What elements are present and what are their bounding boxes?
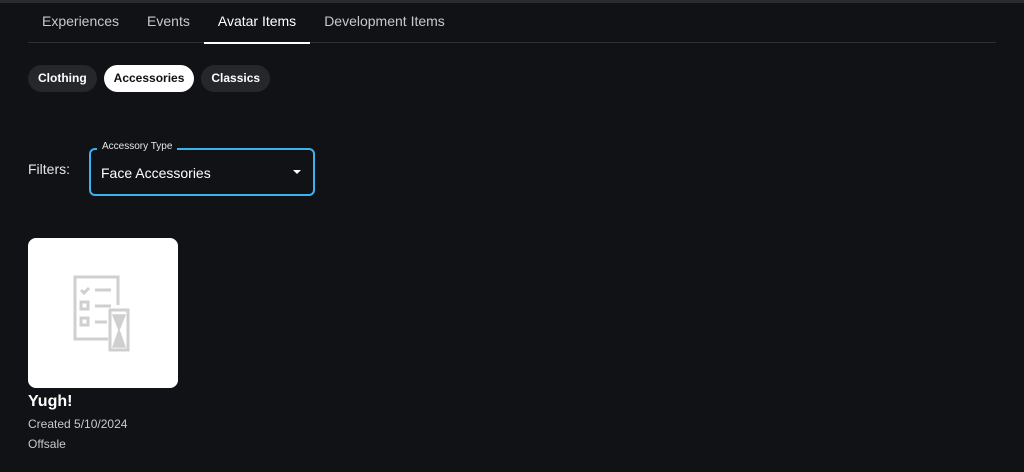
subcategory-chips: Clothing Accessories Classics <box>28 65 271 92</box>
top-divider <box>0 0 1024 3</box>
tab-experiences[interactable]: Experiences <box>28 4 133 43</box>
item-status: Offsale <box>28 437 66 451</box>
category-tabs: Experiences Events Avatar Items Developm… <box>28 4 996 44</box>
item-name[interactable]: Yugh! <box>28 393 72 411</box>
accessory-type-legend: Accessory Type <box>97 141 178 152</box>
item-created: Created 5/10/2024 <box>28 417 128 431</box>
chip-classics[interactable]: Classics <box>201 65 271 92</box>
tab-events[interactable]: Events <box>133 4 204 43</box>
caret-down-icon <box>293 170 301 174</box>
accessory-type-select[interactable]: Accessory Type Face Accessories <box>89 141 315 196</box>
pending-checklist-icon <box>73 275 130 352</box>
filters-label: Filters: <box>28 161 70 177</box>
chip-clothing[interactable]: Clothing <box>28 65 97 92</box>
tab-development-items[interactable]: Development Items <box>310 4 459 43</box>
item-thumbnail[interactable] <box>28 238 178 388</box>
tab-avatar-items[interactable]: Avatar Items <box>203 4 311 44</box>
chip-accessories[interactable]: Accessories <box>103 65 195 92</box>
accessory-type-value: Face Accessories <box>101 165 211 181</box>
